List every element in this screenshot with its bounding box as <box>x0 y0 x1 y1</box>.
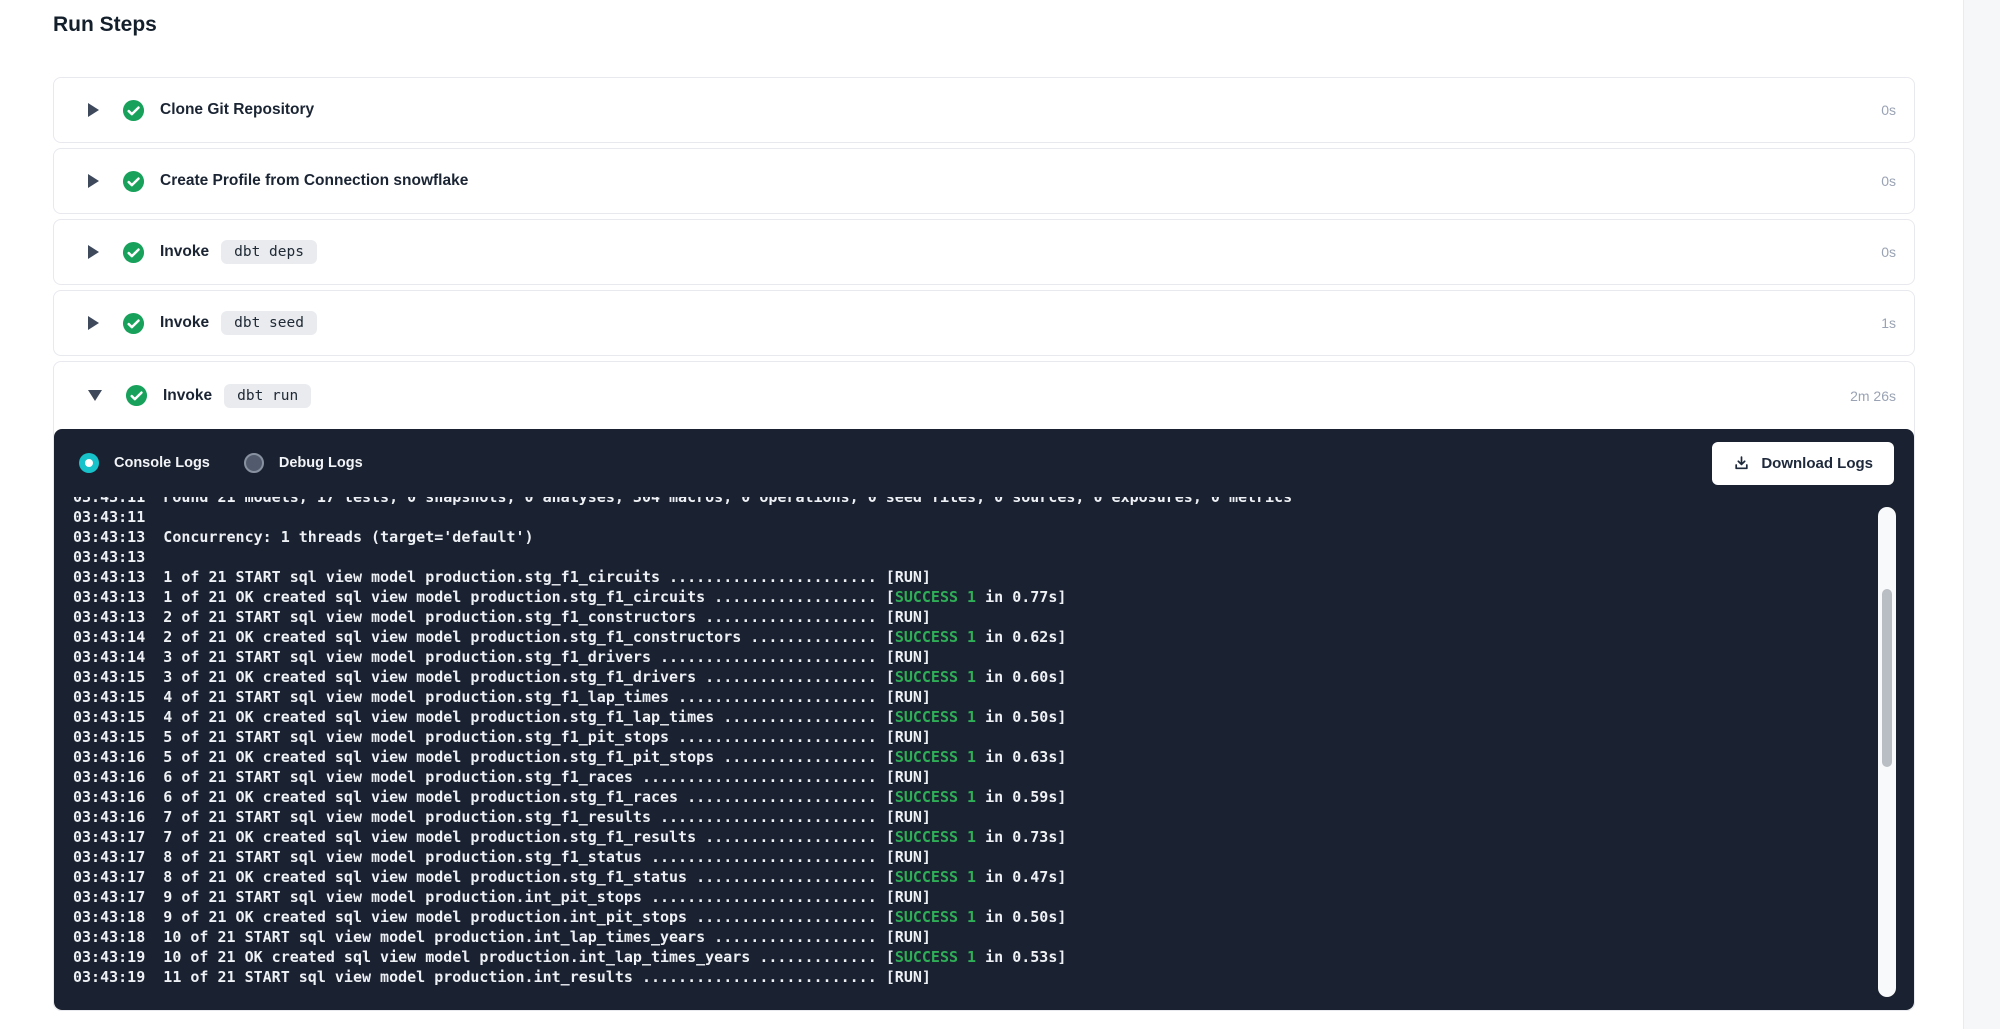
step-duration: 1s <box>1881 315 1896 331</box>
log-line: 03:43:19 10 of 21 OK created sql view mo… <box>73 947 1914 967</box>
log-line: 03:43:11 Found 21 models, 17 tests, 0 sn… <box>73 497 1914 507</box>
debug-logs-label: Debug Logs <box>279 455 363 471</box>
log-line: 03:43:13 2 of 21 START sql view model pr… <box>73 607 1914 627</box>
console-scrollbar-track[interactable] <box>1878 507 1896 997</box>
check-circle-icon <box>122 312 145 335</box>
step-card-dbt-seed: Invoke dbt seed 1s <box>53 290 1915 356</box>
log-line: 03:43:15 3 of 21 OK created sql view mod… <box>73 667 1914 687</box>
log-line: 03:43:16 7 of 21 START sql view model pr… <box>73 807 1914 827</box>
log-line: 03:43:19 11 of 21 START sql view model p… <box>73 967 1914 987</box>
log-line: 03:43:13 1 of 21 OK created sql view mod… <box>73 587 1914 607</box>
step-label: Invoke <box>163 387 212 405</box>
caret-right-icon[interactable] <box>88 103 99 117</box>
step-card-create-profile: Create Profile from Connection snowflake… <box>53 148 1915 214</box>
log-line: 03:43:16 6 of 21 START sql view model pr… <box>73 767 1914 787</box>
step-duration: 2m 26s <box>1850 388 1896 404</box>
radio-unselected-icon[interactable] <box>244 453 264 473</box>
debug-logs-radio-option[interactable]: Debug Logs <box>244 453 363 473</box>
step-label: Clone Git Repository <box>160 101 314 119</box>
step-card-clone-git-repository: Clone Git Repository 0s <box>53 77 1915 143</box>
run-steps-page: Run Steps Clone Git Repository 0s Create… <box>0 0 2000 1029</box>
log-line: 03:43:11 <box>73 507 1914 527</box>
step-row-dbt-deps[interactable]: Invoke dbt deps 0s <box>54 220 1914 284</box>
run-steps-list: Clone Git Repository 0s Create Profile f… <box>53 77 1915 1016</box>
radio-selected-icon[interactable] <box>79 453 99 473</box>
step-row-create-profile[interactable]: Create Profile from Connection snowflake… <box>54 149 1914 213</box>
console-log-output[interactable]: 03:43:11 Found 21 models, 17 tests, 0 sn… <box>54 497 1914 1010</box>
console-logs-radio-option[interactable]: Console Logs <box>79 453 210 473</box>
step-row-clone-git-repository[interactable]: Clone Git Repository 0s <box>54 78 1914 142</box>
step-card-dbt-run: Invoke dbt run 2m 26s Console Logs Debug… <box>53 361 1915 1011</box>
log-line: 03:43:17 8 of 21 START sql view model pr… <box>73 847 1914 867</box>
download-logs-button-label: Download Logs <box>1761 455 1873 472</box>
caret-right-icon[interactable] <box>88 316 99 330</box>
check-circle-icon <box>122 241 145 264</box>
step-duration: 0s <box>1881 244 1896 260</box>
console-controls: Console Logs Debug Logs Download Logs <box>54 429 1914 497</box>
step-label: Invoke <box>160 243 209 261</box>
page-title: Run Steps <box>53 13 157 37</box>
command-badge: dbt run <box>224 384 311 408</box>
log-line: 03:43:13 <box>73 547 1914 567</box>
check-circle-icon <box>125 384 148 407</box>
log-line: 03:43:15 4 of 21 START sql view model pr… <box>73 687 1914 707</box>
log-line: 03:43:18 10 of 21 START sql view model p… <box>73 927 1914 947</box>
command-badge: dbt deps <box>221 240 317 264</box>
log-line: 03:43:14 3 of 21 START sql view model pr… <box>73 647 1914 667</box>
caret-right-icon[interactable] <box>88 174 99 188</box>
log-line: 03:43:15 4 of 21 OK created sql view mod… <box>73 707 1914 727</box>
log-line: 03:43:18 9 of 21 OK created sql view mod… <box>73 907 1914 927</box>
log-line: 03:43:17 9 of 21 START sql view model pr… <box>73 887 1914 907</box>
log-line: 03:43:13 Concurrency: 1 threads (target=… <box>73 527 1914 547</box>
console-scrollbar-thumb[interactable] <box>1882 589 1892 767</box>
command-badge: dbt seed <box>221 311 317 335</box>
step-card-dbt-deps: Invoke dbt deps 0s <box>53 219 1915 285</box>
step-duration: 0s <box>1881 102 1896 118</box>
console-panel: Console Logs Debug Logs Download Logs <box>54 429 1914 1010</box>
log-line: 03:43:16 6 of 21 OK created sql view mod… <box>73 787 1914 807</box>
log-line: 03:43:15 5 of 21 START sql view model pr… <box>73 727 1914 747</box>
log-line: 03:43:17 7 of 21 OK created sql view mod… <box>73 827 1914 847</box>
download-tray-icon <box>1733 455 1750 472</box>
step-label: Create Profile from Connection snowflake <box>160 172 468 190</box>
step-label: Invoke <box>160 314 209 332</box>
check-circle-icon <box>122 170 145 193</box>
caret-down-icon[interactable] <box>88 390 102 401</box>
log-line: 03:43:13 1 of 21 START sql view model pr… <box>73 567 1914 587</box>
page-edge-strip <box>1963 0 2000 1029</box>
step-duration: 0s <box>1881 173 1896 189</box>
log-line: 03:43:16 5 of 21 OK created sql view mod… <box>73 747 1914 767</box>
check-circle-icon <box>122 99 145 122</box>
log-line: 03:43:14 2 of 21 OK created sql view mod… <box>73 627 1914 647</box>
log-line: 03:43:17 8 of 21 OK created sql view mod… <box>73 867 1914 887</box>
step-row-dbt-seed[interactable]: Invoke dbt seed 1s <box>54 291 1914 355</box>
console-logs-label: Console Logs <box>114 455 210 471</box>
console-log-lines: 03:43:11 Found 21 models, 17 tests, 0 sn… <box>73 497 1914 987</box>
step-row-dbt-run[interactable]: Invoke dbt run 2m 26s <box>54 362 1914 429</box>
download-logs-button[interactable]: Download Logs <box>1712 442 1894 485</box>
caret-right-icon[interactable] <box>88 245 99 259</box>
